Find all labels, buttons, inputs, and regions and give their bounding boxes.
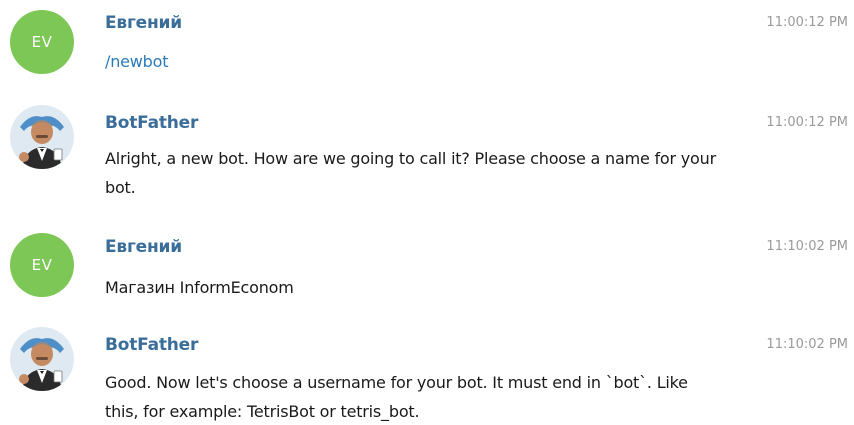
message-item: EV Евгений 11:10:02 PM Магазин InformEco… [0,225,854,325]
user-avatar[interactable]: EV [10,233,74,297]
message-item: EV Евгений 11:00:12 PM /newbot [0,0,854,100]
sender-name[interactable]: Евгений [105,237,182,257]
sender-name[interactable]: Евгений [105,13,182,33]
message-item: BotFather 11:10:02 PM Good. Now let's ch… [0,325,854,425]
botfather-avatar-icon[interactable] [10,327,74,391]
message-item: BotFather 11:00:12 PM Alright, a new bot… [0,100,854,225]
message-time: 11:10:02 PM [766,337,848,352]
bot-command-link[interactable]: /newbot [105,52,168,71]
message-text: Good. Now let's choose a username for yo… [105,373,688,421]
message-text: /newbot [105,47,725,76]
message-time: 11:00:12 PM [766,15,848,30]
sender-name[interactable]: BotFather [105,335,198,355]
avatar-initials: EV [31,256,53,274]
chat-history: EV Евгений 11:00:12 PM /newbot BotFather [0,0,854,425]
message-text: Магазин InformEconom [105,278,294,297]
message-text: Alright, a new bot. How are we going to … [105,149,716,197]
user-avatar[interactable]: EV [10,10,74,74]
botfather-avatar-icon[interactable] [10,105,74,169]
message-time: 11:00:12 PM [766,115,848,130]
avatar-initials: EV [31,33,53,51]
message-time: 11:10:02 PM [766,239,848,254]
sender-name[interactable]: BotFather [105,113,198,133]
